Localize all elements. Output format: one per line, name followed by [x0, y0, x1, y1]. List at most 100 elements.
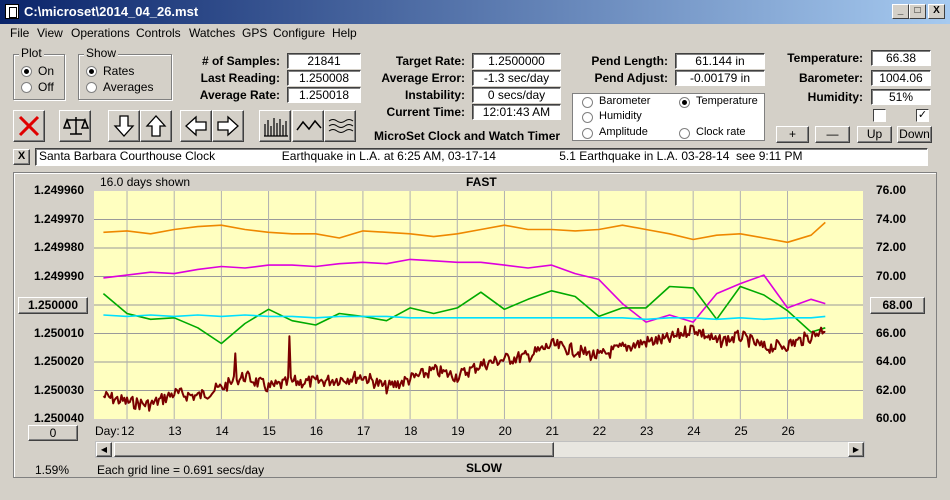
menu-help[interactable]: Help: [332, 26, 357, 40]
balance-button[interactable]: [59, 110, 91, 142]
barometer-label: Barometer:: [798, 71, 863, 85]
multi-wave-button[interactable]: [324, 110, 356, 142]
left-tick-label: 1.249970: [33, 211, 84, 226]
day-axis-label: Day:: [95, 424, 120, 438]
x-tick-label: 15: [262, 424, 276, 438]
close-button[interactable]: X: [928, 4, 945, 19]
clock-rate-option[interactable]: Clock rate: [696, 126, 746, 138]
arrow-right-button[interactable]: [212, 110, 244, 142]
current-time-field: 12:01:43 AM: [472, 104, 561, 120]
humidity-field: 51%: [871, 89, 931, 105]
title-bar[interactable]: C:\microset\2014_04_26.mst _ □ X: [0, 0, 950, 24]
right-tick-label: 74.00: [876, 211, 907, 226]
target-rate-field[interactable]: 1.2500000: [472, 53, 561, 69]
histogram-button[interactable]: [259, 110, 291, 142]
last-reading-label: Last Reading:: [200, 71, 280, 85]
show-rates-radio[interactable]: [86, 66, 97, 77]
right-tick-label: 66.00: [876, 325, 907, 340]
arrow-left-button[interactable]: [180, 110, 212, 142]
amplitude-option[interactable]: Amplitude: [599, 126, 648, 138]
x-tick-label: 20: [498, 424, 512, 438]
menu-controls[interactable]: Controls: [136, 26, 181, 40]
x-tick-label: 14: [215, 424, 229, 438]
arrow-down-button[interactable]: [108, 110, 140, 142]
show-averages-radio[interactable]: [86, 82, 97, 93]
scale-down-button[interactable]: Down: [897, 126, 932, 143]
x-tick-label: 22: [592, 424, 607, 438]
barometer-radio[interactable]: [582, 97, 593, 108]
menu-file[interactable]: File: [10, 26, 29, 40]
rate-chart: [94, 191, 863, 419]
plot-group-title: Plot: [19, 46, 44, 60]
scale-plus-button[interactable]: +: [776, 126, 809, 143]
menu-bar: File View Operations Controls Watches GP…: [0, 24, 950, 44]
scroll-left-button[interactable]: ◀: [96, 442, 112, 457]
delete-button[interactable]: [13, 110, 45, 142]
scroll-left-icon: ◀: [100, 445, 108, 454]
series-line-temperature: [102, 285, 826, 345]
temperature-option-label: Temperature: [696, 95, 758, 107]
amplitude-option-label: Amplitude: [599, 126, 648, 138]
plot-on-radio[interactable]: [21, 66, 32, 77]
horizontal-scrollbar[interactable]: ◀ ▶: [95, 441, 865, 458]
show-averages-label[interactable]: Averages: [103, 80, 153, 94]
plot-on-label[interactable]: On: [38, 64, 54, 78]
average-rate-label: Average Rate:: [199, 88, 280, 102]
notes-field[interactable]: Santa Barbara Courthouse Clock Earthquak…: [35, 148, 928, 166]
scroll-thumb[interactable]: [114, 442, 554, 457]
series-line-humidity: [103, 258, 826, 323]
left-reference-button[interactable]: 1.250000: [18, 297, 88, 314]
humidity-option[interactable]: Humidity: [599, 110, 642, 122]
target-rate-label: Target Rate:: [395, 54, 465, 68]
left-tick-label: 1.250030: [33, 382, 84, 397]
menu-view[interactable]: View: [37, 26, 63, 40]
right-reference-button[interactable]: 68.00: [870, 297, 925, 314]
temperature-radio[interactable]: [679, 97, 690, 108]
scroll-right-button[interactable]: ▶: [848, 442, 864, 457]
right-tick-label: 76.00: [876, 183, 907, 197]
pend-length-field[interactable]: 61.144 in: [675, 53, 765, 69]
humidity-radio[interactable]: [582, 112, 593, 123]
average-error-label: Average Error:: [381, 71, 465, 85]
x-tick-label: 24: [687, 424, 701, 438]
bottom-left-button[interactable]: 0: [28, 425, 78, 441]
amplitude-radio[interactable]: [582, 128, 593, 139]
scale-up-button[interactable]: Up: [857, 126, 892, 143]
app-caption: MicroSet Clock and Watch Timer: [374, 129, 561, 143]
humidity-label: Humidity:: [807, 90, 863, 104]
fast-label: FAST: [466, 175, 497, 189]
arrow-up-button[interactable]: [140, 110, 172, 142]
minimize-button[interactable]: _: [892, 4, 909, 19]
app-icon[interactable]: [5, 4, 19, 19]
scroll-right-icon: ▶: [852, 445, 860, 454]
menu-configure[interactable]: Configure: [273, 26, 325, 40]
left-tick-label: 1.250010: [33, 325, 84, 340]
checkbox-left[interactable]: [873, 109, 886, 122]
plot-area[interactable]: [94, 191, 863, 419]
temperature-field: 66.38: [871, 50, 931, 66]
x-tick-label: 19: [451, 424, 465, 438]
plot-off-radio[interactable]: [21, 82, 32, 93]
right-tick-label: 64.00: [876, 354, 907, 368]
checkbox-right[interactable]: ✓: [916, 109, 929, 122]
instability-label: Instability:: [404, 88, 465, 102]
menu-watches[interactable]: Watches: [189, 26, 235, 40]
menu-gps[interactable]: GPS: [242, 26, 267, 40]
clock-rate-radio[interactable]: [679, 128, 690, 139]
wave-button[interactable]: [292, 110, 324, 142]
humidity-option-label: Humidity: [599, 110, 642, 122]
current-time-label: Current Time:: [386, 105, 465, 119]
temperature-label: Temperature:: [787, 51, 863, 65]
maximize-button[interactable]: □: [909, 4, 926, 19]
show-rates-label[interactable]: Rates: [103, 64, 134, 78]
right-tick-label: 72.00: [876, 240, 907, 254]
notes-close-button[interactable]: X: [13, 149, 30, 165]
plot-off-label[interactable]: Off: [38, 80, 54, 94]
left-tick-label: 1.249990: [33, 268, 84, 283]
scale-minus-button[interactable]: —: [815, 126, 850, 143]
average-error-field: -1.3 sec/day: [472, 70, 561, 86]
barometer-option[interactable]: Barometer: [599, 95, 650, 107]
menu-operations[interactable]: Operations: [71, 26, 130, 40]
temperature-option[interactable]: Temperature: [696, 95, 758, 107]
grid-note: Each grid line = 0.691 secs/day: [97, 463, 265, 477]
